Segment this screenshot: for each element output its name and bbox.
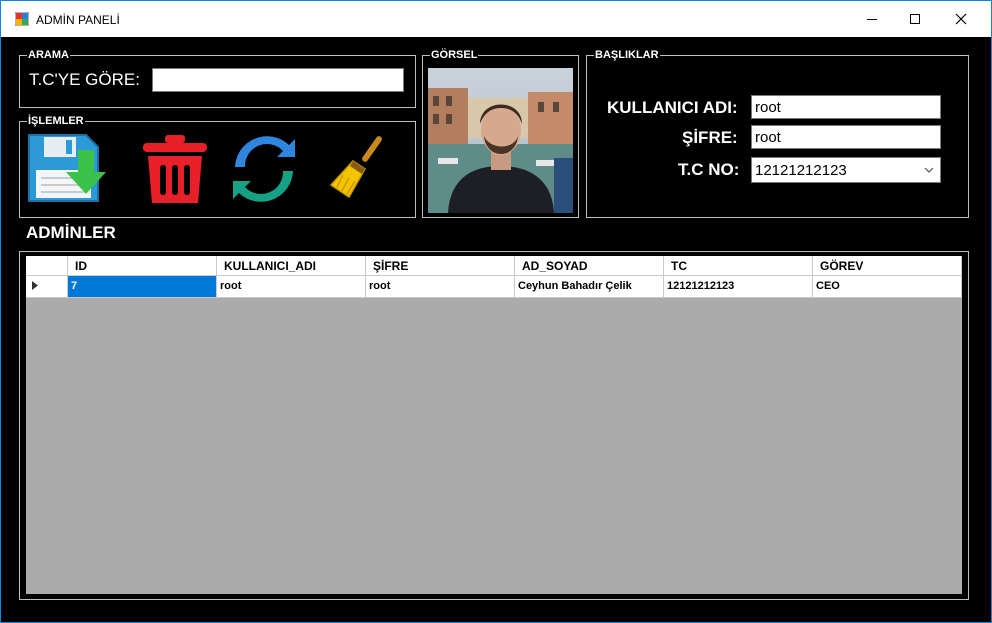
cell-password[interactable]: root xyxy=(366,276,515,298)
main-content: ARAMA T.C'YE GÖRE: İŞLEMLER GÖRSEL BAŞLI… xyxy=(1,37,991,622)
search-group-legend: ARAMA xyxy=(28,49,69,61)
minimize-icon xyxy=(867,19,877,20)
title-bar: ADMİN PANELİ xyxy=(1,1,991,37)
column-header-id[interactable]: ID xyxy=(68,256,217,276)
username-input[interactable] xyxy=(751,95,941,119)
column-header-tc[interactable]: TC xyxy=(664,256,813,276)
admins-title: ADMİNLER xyxy=(26,223,116,242)
admin-panel-window: ADMİN PANELİ ARAMA T.C'YE GÖRE: İŞLEMLER xyxy=(0,0,992,623)
column-header-role[interactable]: GÖREV xyxy=(813,256,962,276)
save-button[interactable] xyxy=(26,132,106,204)
maximize-button[interactable] xyxy=(892,1,938,37)
tc-select[interactable]: 12121212123 xyxy=(751,157,941,183)
window-title: ADMİN PANELİ xyxy=(36,13,120,27)
column-header-password[interactable]: ŞİFRE xyxy=(366,256,515,276)
clear-button[interactable] xyxy=(329,133,391,201)
minimize-button[interactable] xyxy=(849,1,895,37)
refresh-icon xyxy=(233,136,295,202)
admin-photo xyxy=(428,68,573,213)
column-header-fullname[interactable]: AD_SOYAD xyxy=(515,256,664,276)
table-row[interactable]: 7 root root Ceyhun Bahadır Çelik 1212121… xyxy=(26,276,962,298)
table-header: ID KULLANICI_ADI ŞİFRE AD_SOYAD TC GÖREV xyxy=(26,256,962,276)
cell-role[interactable]: CEO xyxy=(813,276,962,298)
broom-icon xyxy=(329,136,382,199)
current-row-arrow-icon xyxy=(32,281,38,290)
username-label: KULLANICI ADI: xyxy=(607,98,738,117)
cell-fullname[interactable]: Ceyhun Bahadır Çelik xyxy=(515,276,664,298)
trash-icon xyxy=(143,135,207,203)
refresh-button[interactable] xyxy=(231,135,297,203)
tc-select-value: 12121212123 xyxy=(755,162,847,179)
close-button[interactable] xyxy=(938,1,984,37)
search-label: T.C'YE GÖRE: xyxy=(29,70,140,89)
delete-button[interactable] xyxy=(141,133,209,205)
close-icon xyxy=(955,13,967,25)
chevron-down-icon xyxy=(924,167,934,173)
row-selector[interactable] xyxy=(26,276,68,298)
column-header-username[interactable]: KULLANICI_ADI xyxy=(217,256,366,276)
cell-id[interactable]: 7 xyxy=(68,276,217,298)
save-icon xyxy=(28,134,106,202)
row-header-corner xyxy=(26,256,68,276)
cell-tc[interactable]: 12121212123 xyxy=(664,276,813,298)
fields-group-legend: BAŞLIKLAR xyxy=(595,49,659,61)
search-input[interactable] xyxy=(152,68,404,92)
tc-label: T.C NO: xyxy=(678,160,740,179)
maximize-icon xyxy=(910,14,920,24)
admins-table[interactable]: ID KULLANICI_ADI ŞİFRE AD_SOYAD TC GÖREV… xyxy=(26,256,962,594)
password-label: ŞİFRE: xyxy=(682,128,738,147)
image-group-legend: GÖRSEL xyxy=(431,49,478,61)
password-input[interactable] xyxy=(751,125,941,149)
cell-username[interactable]: root xyxy=(217,276,366,298)
actions-group-legend: İŞLEMLER xyxy=(28,115,84,127)
app-icon xyxy=(15,12,29,26)
